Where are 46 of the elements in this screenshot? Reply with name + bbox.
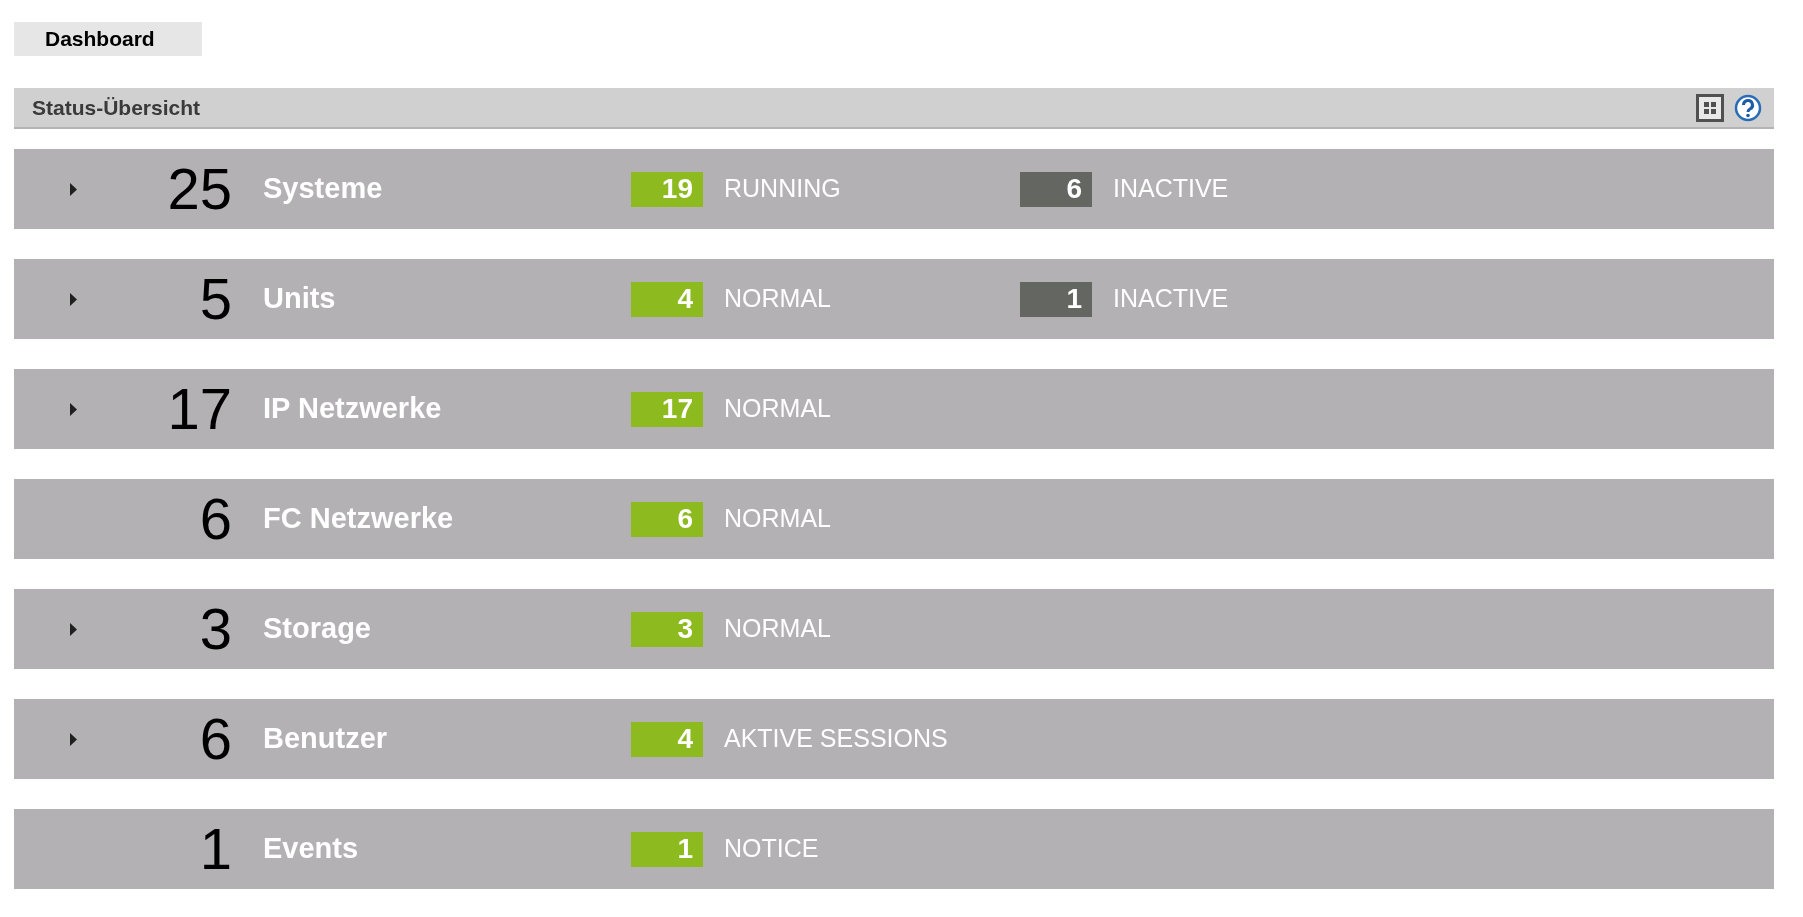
status-count: 6 — [631, 501, 703, 537]
status-count: 1 — [631, 831, 703, 867]
status-row[interactable]: 5 Units 4 NORMAL 1 INACTIVE — [14, 259, 1774, 339]
status-row[interactable]: 25 Systeme 19 RUNNING 6 INACTIVE — [14, 149, 1774, 229]
status-label: INACTIVE — [1113, 173, 1229, 205]
category-label: Systeme — [263, 171, 384, 207]
expand-arrow-icon[interactable] — [70, 402, 77, 416]
grid-icon[interactable] — [1696, 93, 1724, 122]
status-label: NOTICE — [724, 833, 819, 865]
status-count: 1 — [1020, 281, 1092, 317]
total-count: 6 — [198, 710, 232, 768]
status-count: 17 — [631, 391, 703, 427]
total-count: 17 — [166, 380, 232, 438]
help-icon[interactable] — [1734, 93, 1762, 122]
total-count: 6 — [198, 490, 232, 548]
total-count: 25 — [166, 160, 232, 218]
status-count: 4 — [631, 281, 703, 317]
status-label: INACTIVE — [1113, 283, 1229, 315]
total-count: 3 — [198, 600, 232, 658]
status-row[interactable]: 6 Benutzer 4 AKTIVE SESSIONS — [14, 699, 1774, 779]
panel-title: Status-Übersicht — [32, 94, 201, 121]
status-count: 19 — [631, 171, 703, 207]
status-label: NORMAL — [724, 283, 831, 315]
status-count: 3 — [631, 611, 703, 647]
category-label: Units — [263, 281, 337, 317]
status-count: 4 — [631, 721, 703, 757]
category-label: FC Netzwerke — [263, 501, 455, 537]
category-label: Events — [263, 831, 360, 867]
status-label: RUNNING — [724, 173, 841, 205]
category-label: Benutzer — [263, 721, 389, 757]
status-row[interactable]: 17 IP Netzwerke 17 NORMAL — [14, 369, 1774, 449]
expand-arrow-icon[interactable] — [70, 182, 77, 196]
status-label: NORMAL — [724, 613, 831, 645]
status-row[interactable]: 3 Storage 3 NORMAL — [14, 589, 1774, 669]
expand-arrow-icon[interactable] — [70, 622, 77, 636]
status-label: AKTIVE SESSIONS — [724, 723, 948, 755]
total-count: 5 — [198, 270, 232, 328]
category-label: Storage — [263, 611, 372, 647]
status-label: NORMAL — [724, 393, 831, 425]
expand-arrow-icon[interactable] — [70, 732, 77, 746]
status-count: 6 — [1020, 171, 1092, 207]
status-label: NORMAL — [724, 503, 831, 535]
dashboard-tab[interactable]: Dashboard — [14, 22, 202, 56]
total-count: 1 — [198, 820, 232, 878]
category-label: IP Netzwerke — [263, 391, 443, 427]
expand-arrow-icon[interactable] — [70, 292, 77, 306]
